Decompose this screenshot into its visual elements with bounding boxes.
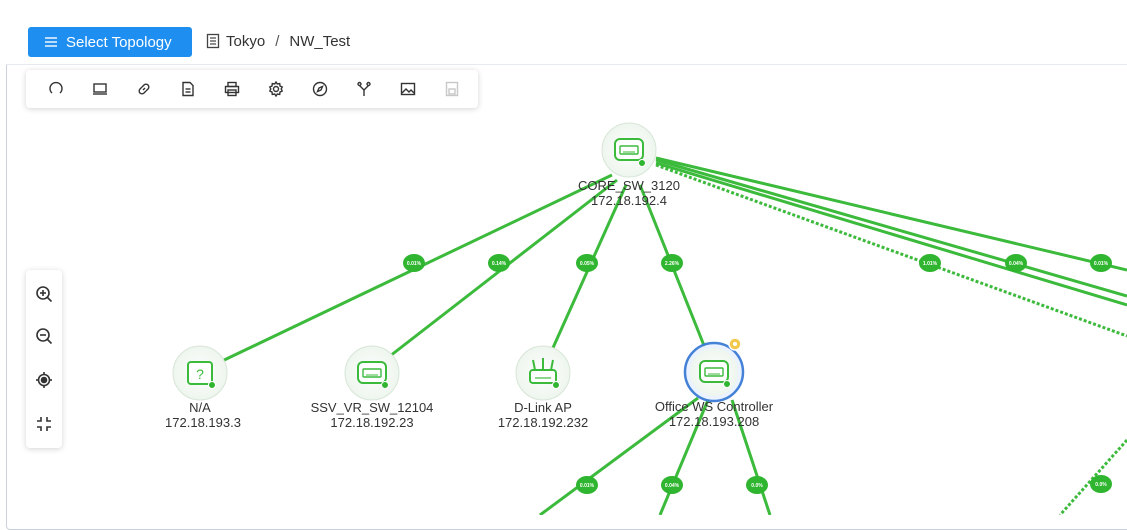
badge-core-na: 0.01%: [403, 254, 425, 272]
node-dlink-ap[interactable]: D-Link AP 172.18.192.232: [498, 345, 588, 430]
node-ip: 172.18.193.3: [165, 415, 241, 430]
badge-right-bottom: 0.0%: [1090, 475, 1112, 493]
link-core-right-2[interactable]: [655, 158, 1127, 298]
badge-core-ssv: 0.14%: [488, 254, 510, 272]
topology-canvas[interactable]: 0.01% 0.14% 0.05% 2.26% 1.01% 0.04% 0.01…: [0, 0, 1127, 515]
svg-text:0.0%: 0.0%: [1095, 482, 1107, 488]
links-layer: [219, 156, 1127, 515]
svg-text:0.14%: 0.14%: [492, 261, 507, 267]
switch-icon: [357, 361, 387, 384]
access-point-icon: [529, 358, 557, 384]
svg-text:?: ?: [196, 366, 204, 382]
badge-core-dlink: 0.05%: [576, 254, 598, 272]
svg-text:1.01%: 1.01%: [923, 261, 938, 267]
node-name: N/A: [189, 400, 211, 415]
svg-text:0.0%: 0.0%: [751, 483, 763, 489]
link-core-right-1[interactable]: [655, 156, 1127, 272]
svg-text:0.01%: 0.01%: [407, 261, 422, 267]
node-name: D-Link AP: [514, 400, 572, 415]
node-ip: 172.18.192.4: [591, 193, 667, 208]
svg-text:0.04%: 0.04%: [665, 483, 680, 489]
badge-office-c3: 0.0%: [746, 476, 768, 494]
svg-text:0.04%: 0.04%: [1009, 261, 1024, 267]
link-core-right-dotted[interactable]: [655, 163, 1127, 338]
switch-icon: [614, 138, 644, 161]
node-ip: 172.18.192.232: [498, 415, 588, 430]
svg-text:2.26%: 2.26%: [665, 261, 680, 267]
status-dot: [381, 381, 389, 389]
link-core-right-3[interactable]: [655, 161, 1127, 307]
node-ip: 172.18.193.208: [669, 414, 759, 429]
unknown-device-icon: ?: [187, 361, 213, 385]
node-ssv[interactable]: SSV_VR_SW_12104 172.18.192.23: [311, 345, 434, 430]
svg-text:0.01%: 0.01%: [580, 483, 595, 489]
badge-core-r1: 1.01%: [919, 254, 941, 272]
badge-office-c1: 0.01%: [576, 476, 598, 494]
node-name: Office WS Controller: [655, 399, 774, 414]
svg-text:0.01%: 0.01%: [1094, 261, 1109, 267]
status-dot: [638, 159, 646, 167]
link-badges: 0.01% 0.14% 0.05% 2.26% 1.01% 0.04% 0.01…: [403, 254, 1112, 494]
node-ip: 172.18.192.23: [330, 415, 413, 430]
switch-icon: [699, 360, 729, 383]
status-dot: [552, 381, 560, 389]
badge-core-r2: 0.04%: [1005, 254, 1027, 272]
node-name: SSV_VR_SW_12104: [311, 400, 434, 415]
status-dot: [723, 380, 731, 388]
node-office-ws-controller[interactable]: Office WS Controller 172.18.193.208: [655, 337, 774, 429]
svg-text:0.05%: 0.05%: [580, 261, 595, 267]
badge-core-r3: 0.01%: [1090, 254, 1112, 272]
status-dot: [208, 381, 216, 389]
node-name: CORE_SW_3120: [578, 178, 680, 193]
badge-core-office: 2.26%: [661, 254, 683, 272]
badge-office-c2: 0.04%: [661, 476, 683, 494]
